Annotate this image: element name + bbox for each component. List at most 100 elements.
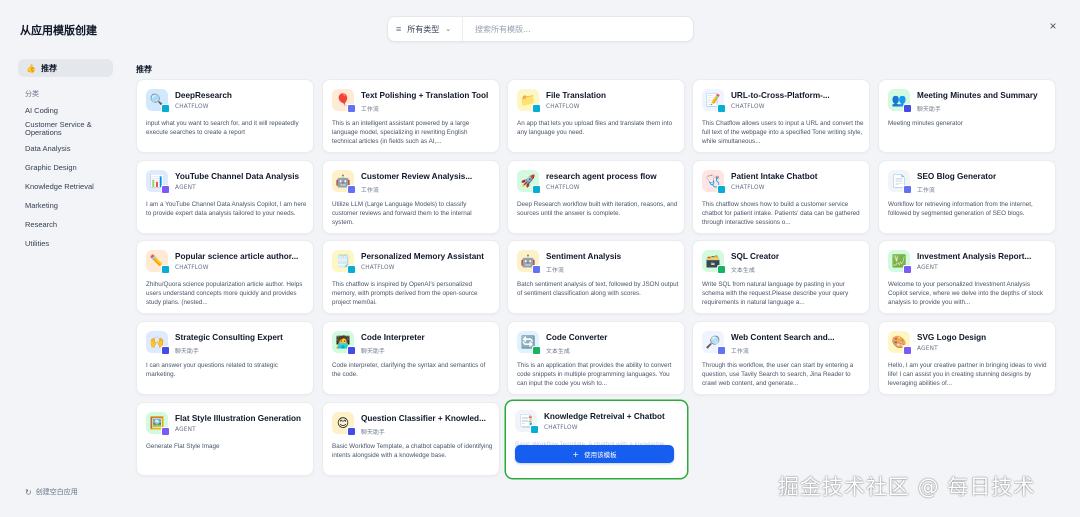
template-type: 文本生成 [546, 349, 570, 355]
template-type: CHATFLOW [731, 104, 765, 110]
template-name: YouTube Channel Data Analysis [175, 172, 300, 181]
template-card[interactable]: 🙌 Strategic Consulting Expert 聊天助手 I can an… [136, 321, 314, 395]
create-blank-app-link[interactable]: ↻ 创建空白应用 [25, 487, 78, 497]
template-type: 工作流 [546, 268, 564, 274]
template-type: 工作流 [361, 188, 379, 194]
app-type-badge-icon [903, 265, 912, 274]
template-name: Knowledge Retreival + Chatbot [544, 412, 665, 421]
app-type-badge-icon [347, 185, 356, 194]
category-heading: 分类 [25, 90, 39, 98]
close-icon: × [1049, 19, 1057, 33]
template-card[interactable]: 🔄 Code Converter 文本生成 This is an applicatio… [507, 321, 685, 395]
template-description: Welcome to your personalized Investment … [888, 281, 1044, 307]
filter-icon: ≡ [396, 24, 402, 34]
app-type-badge-icon [717, 185, 726, 194]
app-type-badge-icon [532, 104, 541, 113]
template-type: CHATFLOW [731, 185, 765, 191]
template-type: CHATFLOW [175, 104, 209, 110]
template-card[interactable]: 🖼️ Flat Style Illustration Generation AGEN… [136, 402, 314, 476]
template-description: input what you want to search for, and i… [146, 120, 299, 137]
template-type: AGENT [175, 185, 196, 191]
template-card[interactable]: 🔎 Web Content Search and... 工作流 Through thi… [692, 321, 870, 395]
template-description: Write SQL from natural language by pasti… [702, 281, 849, 307]
template-name: Web Content Search and... [731, 333, 835, 342]
template-name: Flat Style Illustration Generation [175, 414, 302, 423]
template-card[interactable]: 📄 SEO Blog Generator 工作流 Workflow for retri… [878, 160, 1056, 234]
create-app-icon: ↻ [25, 487, 32, 497]
app-type-badge-icon [530, 425, 539, 434]
template-type: AGENT [917, 265, 938, 271]
app-type-badge-icon [161, 427, 170, 436]
template-type: 聊天助手 [361, 430, 385, 436]
template-card[interactable]: 🎈 Text Polishing + Translation Tool 工作流 Thi… [322, 79, 500, 153]
sidebar-item-category[interactable]: AI Coding [18, 106, 114, 116]
app-type-badge-icon [717, 346, 726, 355]
template-card[interactable]: 🎨 SVG Logo Design AGENT Hello, I am your cr… [878, 321, 1056, 395]
close-button[interactable]: × [1043, 16, 1063, 36]
template-name: Personalized Memory Assistant [361, 252, 485, 261]
template-name: Sentiment Analysis [546, 252, 622, 261]
template-type: AGENT [917, 346, 938, 352]
template-type: 工作流 [731, 349, 749, 355]
sidebar-item-category[interactable]: Data Analysis [18, 144, 114, 154]
sidebar-item-category[interactable]: Customer Service & Operations [18, 120, 114, 138]
app-type-badge-icon [717, 265, 726, 274]
template-card[interactable]: 🤖 Sentiment Analysis 工作流 Batch sentiment an… [507, 240, 685, 314]
template-card[interactable]: 💹 Investment Analysis Report... AGENT Welco… [878, 240, 1056, 314]
template-card[interactable]: 🩺 Patient Intake Chatbot CHATFLOW This chat… [692, 160, 870, 234]
template-modal: 从应用模版创建 ≡ 所有类型 ⌄ × 👍 推荐 分类 AI Coding Cust… [0, 0, 1080, 517]
template-card[interactable]: 🤖 Customer Review Analysis... 工作流 Utilize L… [322, 160, 500, 234]
template-card[interactable]: 🗃️ SQL Creator 文本生成 Write SQL from natural … [692, 240, 870, 314]
template-card[interactable]: 🧑‍💻 Code Interpreter 聊天助手 Code interpreter,… [322, 321, 500, 395]
template-type: 聊天助手 [361, 349, 385, 355]
template-card[interactable]: 📑Knowledge Retreival + ChatbotCHATFLOWBa… [505, 400, 688, 479]
template-description: Basic Workflow Template, a chatbot capab… [332, 443, 493, 460]
template-name: SQL Creator [731, 252, 780, 261]
template-card[interactable]: 🔍 DeepResearch CHATFLOW input what you want… [136, 79, 314, 153]
template-description: This chatflow is inspired by OpenAI's pe… [332, 281, 478, 307]
template-type: 工作流 [361, 107, 379, 113]
template-name: File Translation [546, 91, 607, 100]
type-filter-dropdown[interactable]: ≡ 所有类型 ⌄ [388, 17, 463, 41]
template-type: CHATFLOW [544, 425, 578, 431]
watermark: 掘金技术社区 @ 每日技术 [778, 475, 1036, 499]
sidebar-item-category[interactable]: Marketing [18, 201, 114, 211]
template-card[interactable]: 📊 YouTube Channel Data Analysis AGENT I am … [136, 160, 314, 234]
sidebar-item-category[interactable]: Knowledge Retrieval [18, 182, 114, 192]
template-name: Question Classifier + Knowled... [361, 414, 486, 423]
sidebar-item-category[interactable]: Graphic Design [18, 163, 114, 173]
search-input[interactable] [463, 24, 683, 34]
app-type-badge-icon [903, 346, 912, 355]
modal-title: 从应用模版创建 [20, 24, 97, 37]
sidebar-item-recommended[interactable]: 👍 推荐 [18, 59, 113, 77]
app-type-badge-icon [532, 185, 541, 194]
template-name: Customer Review Analysis... [361, 172, 473, 181]
template-name: DeepResearch [175, 91, 232, 100]
template-description: Hello, I am your creative partner in bri… [888, 362, 1047, 388]
template-card[interactable]: 👥 Meeting Minutes and Summary 聊天助手 Meeting … [878, 79, 1056, 153]
template-card[interactable]: 🗒️ Personalized Memory Assistant CHATFLOW T… [322, 240, 500, 314]
template-type: 工作流 [917, 188, 935, 194]
template-description: Zhihu/Quora science popularization artic… [146, 281, 303, 307]
template-type: 文本生成 [731, 268, 755, 274]
template-card[interactable]: ✏️ Popular science article author... CHATF… [136, 240, 314, 314]
template-name: Code Converter [546, 333, 608, 342]
template-card[interactable]: 📝 URL-to-Cross-Platform-... CHATFLOW This C… [692, 79, 870, 153]
chevron-down-icon: ⌄ [445, 26, 452, 33]
app-type-badge-icon [347, 346, 356, 355]
template-card[interactable]: 😊 Question Classifier + Knowled... 聊天助手 Bas… [322, 402, 500, 476]
sidebar-item-category[interactable]: Research [18, 220, 114, 230]
template-description: I am a YouTube Channel Data Analysis Cop… [146, 201, 307, 218]
template-card[interactable]: 📁 File Translation CHATFLOW An app that let… [507, 79, 685, 153]
template-description: Workflow for retrieving information from… [888, 201, 1033, 218]
template-name: Popular science article author... [175, 252, 299, 261]
create-blank-label: 创建空白应用 [35, 488, 78, 496]
template-description: An app that lets you upload files and tr… [517, 120, 673, 137]
template-description: This Chatflow allows users to input a UR… [702, 120, 864, 146]
template-name: Investment Analysis Report... [917, 252, 1032, 261]
template-description: Meeting minutes generator [888, 120, 963, 127]
use-template-button[interactable]: + 使用该模板 [515, 445, 674, 463]
sidebar-item-category[interactable]: Utilities [18, 239, 114, 249]
template-type: 聊天助手 [917, 107, 941, 113]
template-card[interactable]: 🚀 research agent process flow CHATFLOW Deep… [507, 160, 685, 234]
